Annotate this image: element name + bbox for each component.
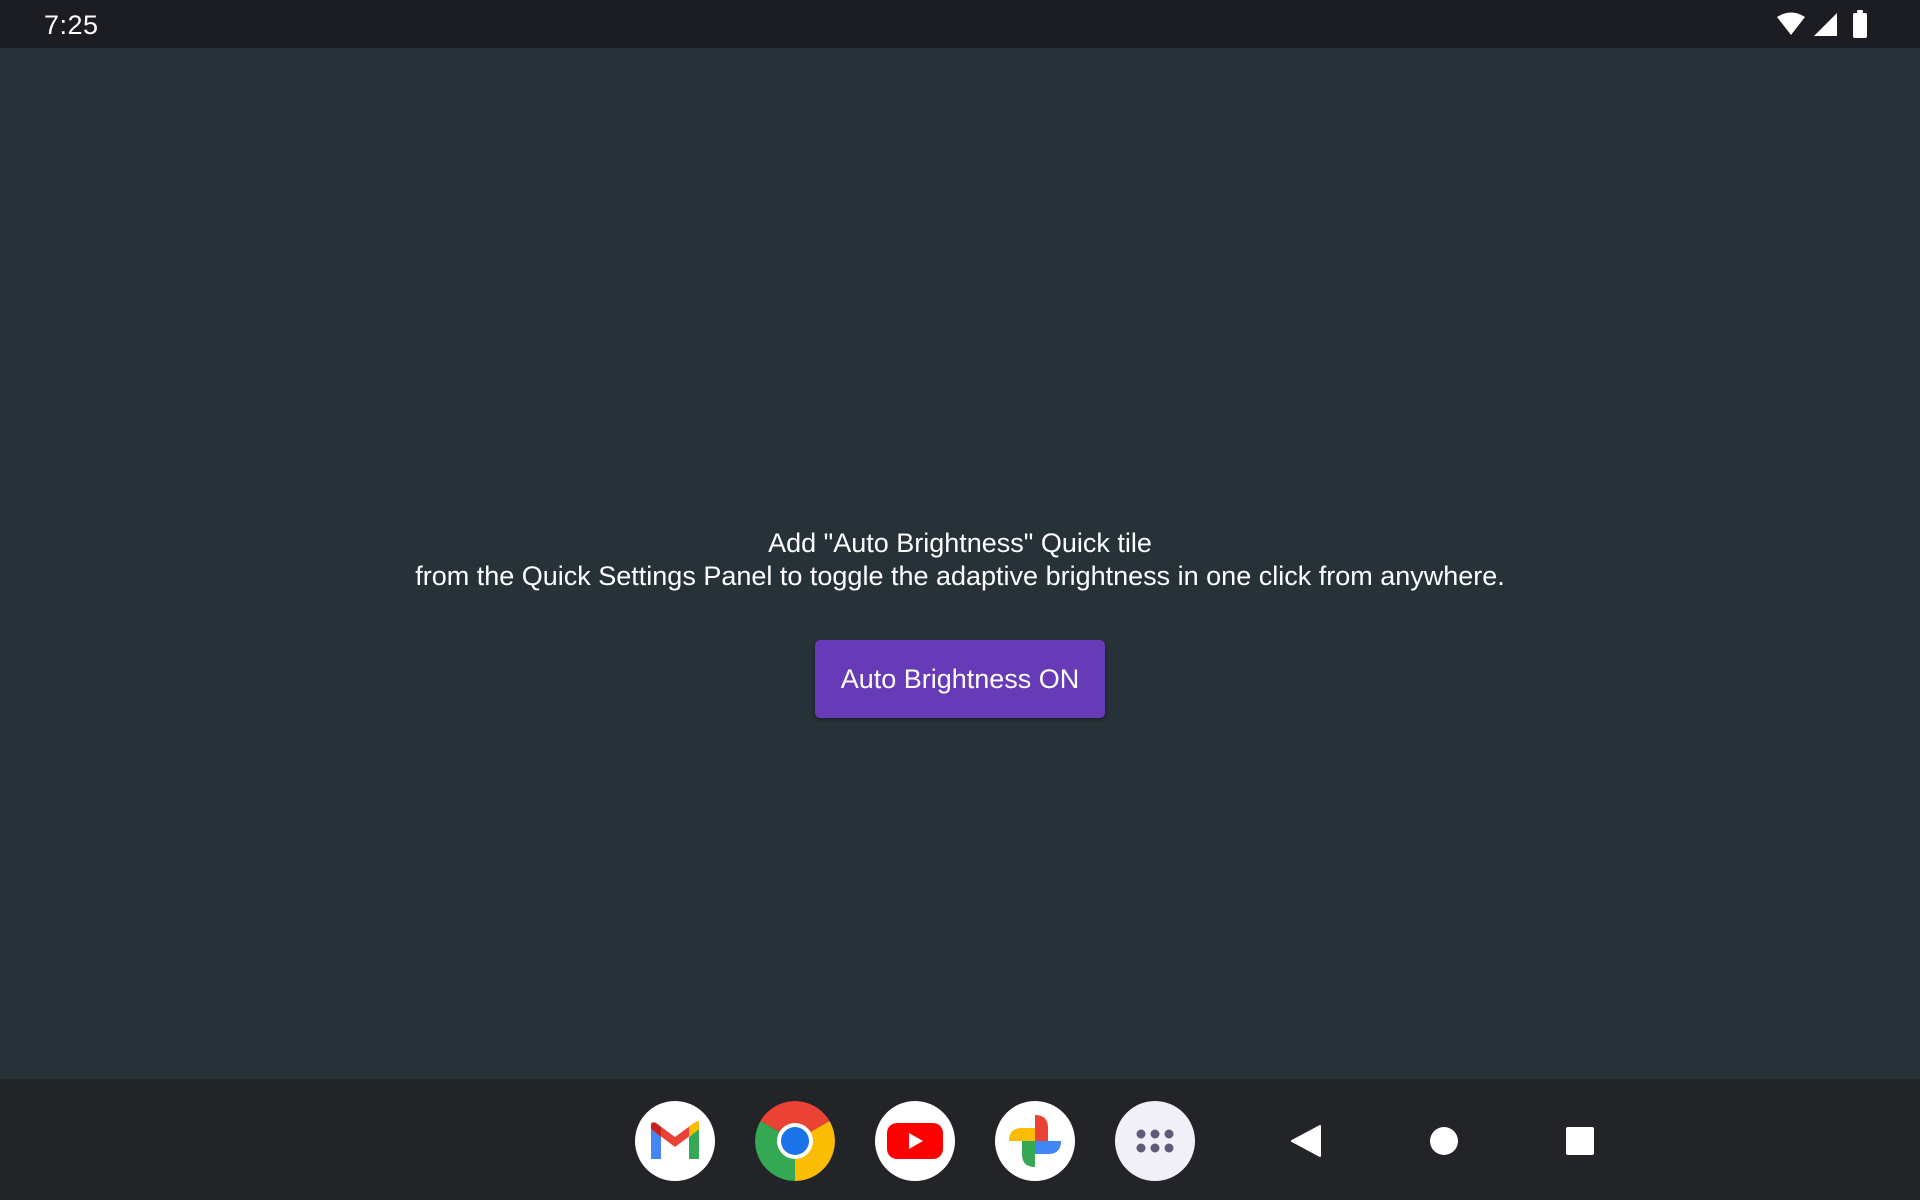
taskbar [0, 1079, 1920, 1200]
app-content: Add "Auto Brightness" Quick tile from th… [0, 48, 1920, 1079]
status-time: 7:25 [44, 10, 99, 40]
photos-icon[interactable] [995, 1101, 1075, 1181]
cell-signal-icon [1812, 11, 1838, 37]
gmail-icon[interactable] [635, 1101, 715, 1181]
chrome-icon[interactable] [755, 1101, 835, 1181]
status-bar: 7:25 [0, 0, 1920, 48]
app-drawer-icon[interactable] [1115, 1101, 1195, 1181]
wifi-icon [1776, 12, 1806, 36]
status-icons [1776, 10, 1868, 38]
home-icon[interactable] [1412, 1109, 1476, 1173]
auto-brightness-toggle-button[interactable]: Auto Brightness ON [815, 640, 1105, 718]
recents-icon[interactable] [1548, 1109, 1612, 1173]
instruction-text: Add "Auto Brightness" Quick tile from th… [0, 527, 1920, 593]
instruction-line-1: Add "Auto Brightness" Quick tile [768, 528, 1152, 558]
back-icon[interactable] [1274, 1109, 1338, 1173]
youtube-icon[interactable] [875, 1101, 955, 1181]
battery-icon [1852, 10, 1868, 38]
instruction-line-2: from the Quick Settings Panel to toggle … [415, 561, 1505, 591]
